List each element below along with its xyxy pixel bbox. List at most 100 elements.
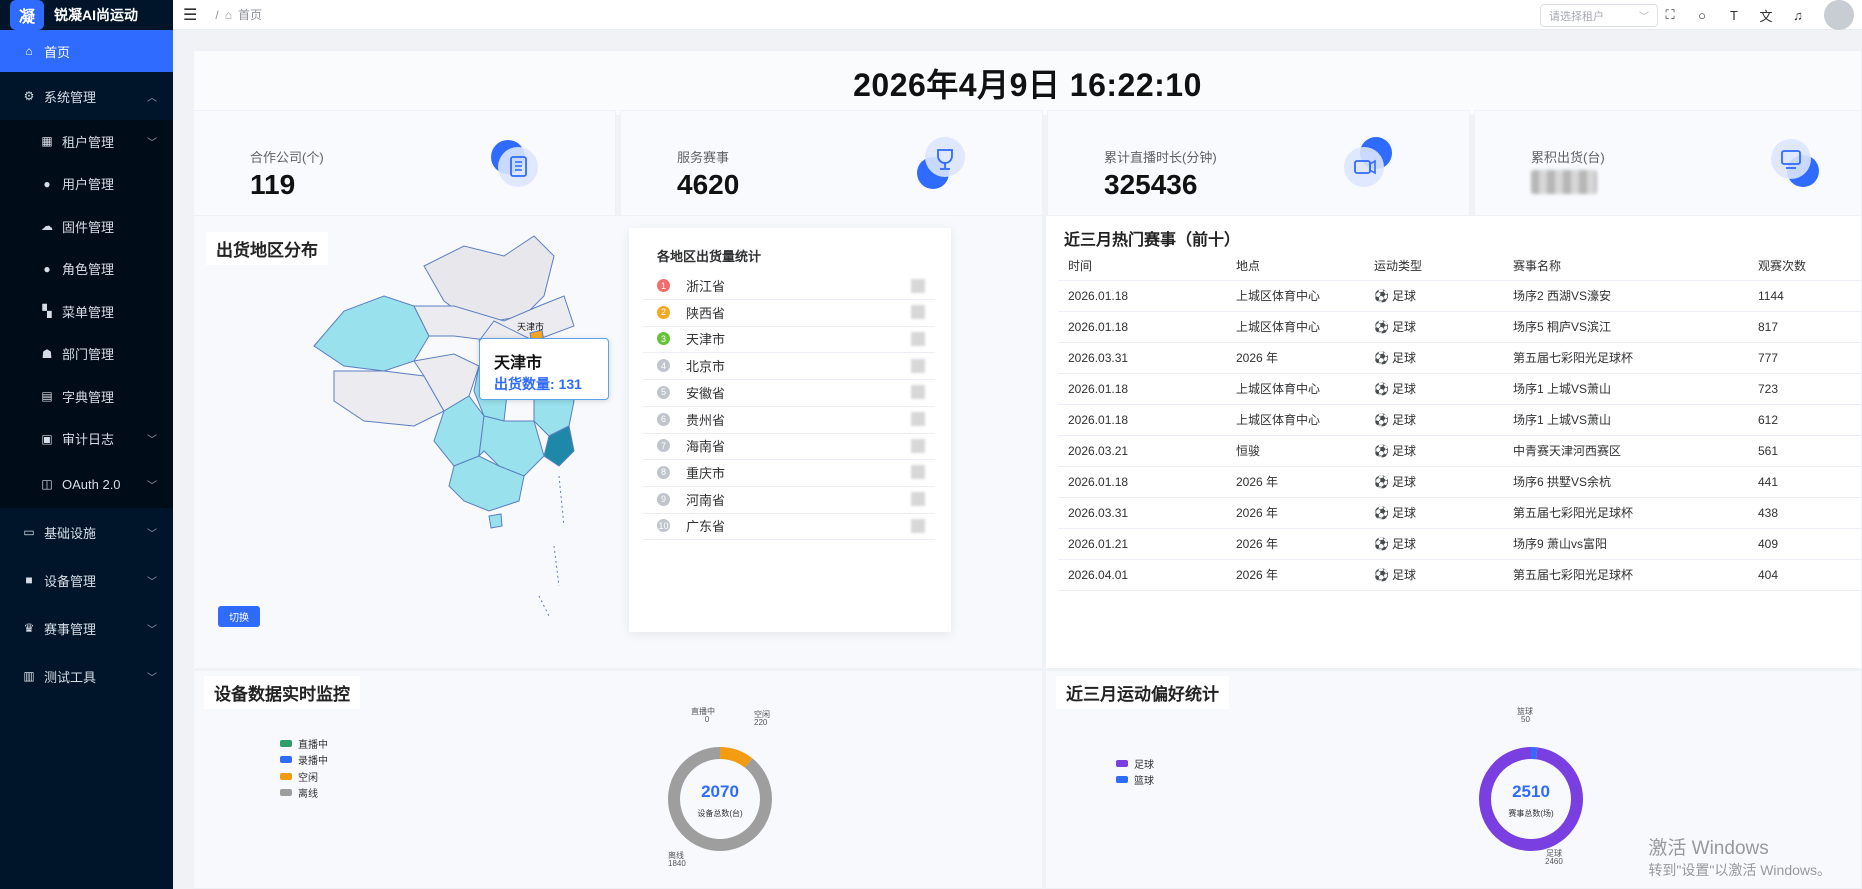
sidebar-item-label: 部门管理 <box>62 347 115 363</box>
cell-text: 足球 <box>1391 568 1416 582</box>
donut-total-label: 赛事总数(场) <box>1508 808 1554 818</box>
table-cell: 场序1 上城VS萧山 <box>1503 404 1748 436</box>
region-name: 天津市 <box>686 332 726 348</box>
sidebar-item-label: 基础设施 <box>44 525 97 541</box>
table-row[interactable]: 2026.01.18 2026 年 ⚽ 足球 场序6 拱墅VS余杭 441 <box>1058 466 1862 498</box>
table-cell: ⚽ 足球 <box>1364 435 1503 467</box>
sidebar-item-infra[interactable]: ▭ 基础设施 ﹀ <box>0 508 173 556</box>
cell-text: 2026 年 <box>1236 537 1279 551</box>
donut-total: 2510 <box>1512 782 1550 801</box>
sidebar-item-firmware[interactable]: ☁ 固件管理 <box>0 205 173 248</box>
cell-text: 足球 <box>1391 351 1416 365</box>
menu-toggle-icon[interactable]: ☰ <box>183 5 197 25</box>
column-header[interactable]: 地点 <box>1226 252 1364 281</box>
fullscreen-icon[interactable]: ⛶ <box>1662 7 1678 23</box>
cell-text: 足球 <box>1391 320 1416 334</box>
app-logo[interactable]: 凝 锐凝AI尚运动 <box>0 0 173 30</box>
user-icon: ● <box>43 176 51 191</box>
legend-swatch <box>280 739 292 747</box>
bell-icon[interactable]: ♫ <box>1790 7 1806 23</box>
breadcrumb-home[interactable]: 首页 <box>238 6 262 23</box>
column-header[interactable]: 赛事名称 <box>1503 252 1748 281</box>
device-donut-chart[interactable]: 2070 设备总数(台) 直播中 0 空闲 220 离线 1840 <box>620 707 820 867</box>
china-map[interactable]: 天津市 <box>304 226 664 626</box>
stat-card-events: 服务赛事 4620 <box>620 110 1043 216</box>
cell-text: 404 <box>1758 567 1779 582</box>
region-name: 浙江省 <box>686 279 726 294</box>
cell-text: 场序9 萧山vs富阳 <box>1513 537 1608 551</box>
document-icon <box>491 140 538 187</box>
cell-text: 561 <box>1758 443 1779 458</box>
column-header[interactable]: 时间 <box>1058 252 1226 281</box>
font-size-icon[interactable]: T <box>1726 7 1742 23</box>
list-item: 5 安徽省 <box>643 379 935 407</box>
table-row[interactable]: 2026.03.31 2026 年 ⚽ 足球 第五届七彩阳光足球杯 438 <box>1058 497 1862 529</box>
sidebar-item-match[interactable]: ♛ 赛事管理 ﹀ <box>0 604 173 652</box>
sidebar-item-label: 固件管理 <box>62 219 115 235</box>
donut-slice[interactable] <box>719 747 753 768</box>
legend-item[interactable]: 直播中 <box>280 735 328 752</box>
sidebar-item-role[interactable]: ● 角色管理 <box>0 248 173 291</box>
legend-item[interactable]: 空闲 <box>280 768 328 785</box>
sport-donut-chart[interactable]: 2510 赛事总数(场) 篮球 50 足球 2460 <box>1431 707 1631 867</box>
legend-item[interactable]: 篮球 <box>1116 772 1154 789</box>
legend-item[interactable]: 足球 <box>1116 755 1154 772</box>
map-south-sea-islands <box>538 475 565 617</box>
hot-events-table: 时间 地点 运动类型 赛事名称 观赛次数 2026.01.18 上城区体育中心 ⚽ 足… <box>1058 252 1862 591</box>
table-row[interactable]: 2026.03.31 2026 年 ⚽ 足球 第五届七彩阳光足球杯 777 <box>1058 342 1862 374</box>
table-row[interactable]: 2026.01.21 2026 年 ⚽ 足球 场序9 萧山vs富阳 409 <box>1058 528 1862 560</box>
table-cell: 上城区体育中心 <box>1226 373 1364 405</box>
sidebar-item-system[interactable]: ⚙ 系统管理 ︿ <box>0 72 173 120</box>
translate-icon[interactable]: 文 <box>1758 7 1774 24</box>
table-row[interactable]: 2026.01.18 上城区体育中心 ⚽ 足球 场序1 上城VS萧山 723 <box>1058 373 1862 405</box>
legend-item[interactable]: 录播中 <box>280 752 328 769</box>
grid-icon: ▚ <box>42 304 52 319</box>
chevron-down-icon: ﹀ <box>147 435 157 447</box>
cell-text: 2026.01.18 <box>1068 412 1129 427</box>
stat-label: 累计直播时长(分钟) <box>1104 150 1217 165</box>
sidebar-item-test[interactable]: ▥ 测试工具 ﹀ <box>0 652 173 700</box>
sidebar-item-home[interactable]: ⌂ 首页 <box>0 30 173 72</box>
column-header[interactable]: 观赛次数 <box>1748 252 1862 281</box>
sidebar-item-tenant[interactable]: ▦ 租户管理 ﹀ <box>0 120 173 163</box>
monitor-icon: ▭ <box>23 525 35 539</box>
search-icon[interactable]: ○ <box>1694 7 1710 23</box>
cell-text: 2026 年 <box>1236 568 1279 582</box>
sidebar-item-label: 用户管理 <box>62 177 115 193</box>
sidebar-item-audit[interactable]: ▣ 审计日志 ﹀ <box>0 418 173 461</box>
table-cell: ⚽ 足球 <box>1364 559 1503 591</box>
stat-label: 累积出货(台) <box>1531 150 1605 165</box>
table-row[interactable]: 2026.03.21 恒骏 ⚽ 足球 中青赛天津河西赛区 561 <box>1058 435 1862 467</box>
cell-text: 第五届七彩阳光足球杯 <box>1513 351 1634 365</box>
avatar[interactable] <box>1824 0 1854 30</box>
switch-button[interactable]: 切换 <box>218 606 260 627</box>
tooltip-value: 出货数量: 131 <box>494 376 582 392</box>
sidebar-item-device[interactable]: ■ 设备管理 ﹀ <box>0 556 173 604</box>
cell-text: 2026.03.31 <box>1068 505 1129 520</box>
rank-number: 8 <box>657 465 670 479</box>
tenant-select[interactable]: 请选择租户 ﹀ <box>1540 4 1658 27</box>
sidebar-item-dept[interactable]: ☗ 部门管理 <box>0 333 173 376</box>
sidebar-item-dict[interactable]: ▤ 字典管理 <box>0 375 173 418</box>
table-cell: 2026.01.21 <box>1058 528 1226 560</box>
legend-item[interactable]: 离线 <box>280 785 328 802</box>
donut-total-label: 设备总数(台) <box>697 808 743 818</box>
sidebar-item-label: 系统管理 <box>44 89 97 105</box>
table-row[interactable]: 2026.01.18 上城区体育中心 ⚽ 足球 场序1 上城VS萧山 612 <box>1058 404 1862 436</box>
table-cell: 2026.01.18 <box>1058 373 1226 405</box>
table-body: 2026.01.18 上城区体育中心 ⚽ 足球 场序2 西湖VS濠安 1144 2026.0… <box>1058 280 1862 591</box>
region-name: 安徽省 <box>686 385 726 401</box>
table-row[interactable]: 2026.04.01 2026 年 ⚽ 足球 第五届七彩阳光足球杯 404 <box>1058 559 1862 591</box>
cell-text: 场序1 上城VS萧山 <box>1513 382 1612 396</box>
table-cell: 中青赛天津河西赛区 <box>1503 435 1748 467</box>
table-row[interactable]: 2026.01.18 上城区体育中心 ⚽ 足球 场序2 西湖VS濠安 1144 <box>1058 280 1862 312</box>
table-row[interactable]: 2026.01.18 上城区体育中心 ⚽ 足球 场序5 桐庐VS滨江 817 <box>1058 311 1862 343</box>
legend-label: 空闲 <box>298 772 318 784</box>
cell-text: 817 <box>1758 319 1779 334</box>
sidebar-item-menu[interactable]: ▚ 菜单管理 <box>0 290 173 333</box>
sidebar-item-user[interactable]: ● 用户管理 <box>0 163 173 206</box>
sidebar-item-label: 测试工具 <box>44 669 97 685</box>
column-header[interactable]: 运动类型 <box>1364 252 1503 281</box>
table-cell: ⚽ 足球 <box>1364 466 1503 498</box>
sidebar-item-oauth[interactable]: ◫ OAuth 2.0 ﹀ <box>0 460 173 508</box>
